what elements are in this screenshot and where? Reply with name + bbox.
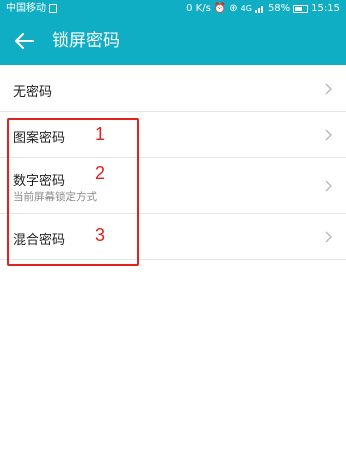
annotation-number: 1 [95, 124, 106, 144]
battery-percent: 58% [267, 3, 291, 14]
signal-label: 4G [240, 4, 252, 13]
signal-icon [254, 6, 263, 13]
battery-icon [293, 4, 309, 13]
status-left: 中国移动 [6, 0, 57, 17]
sim-icon [49, 4, 57, 13]
back-arrow-icon [15, 33, 34, 49]
annotation-number: 3 [95, 225, 106, 245]
back-button[interactable] [10, 27, 38, 55]
chevron-right-icon [325, 180, 332, 192]
chevron-right-icon [325, 231, 332, 243]
status-bar: 中国移动 0 K/s ⏰ ⊕ 4G 58% 15:15 [0, 0, 346, 17]
page-title: 锁屏密码 [52, 31, 120, 51]
status-right: 0 K/s ⏰ ⊕ 4G 58% 15:15 [186, 0, 340, 17]
annotation-number: 2 [95, 163, 106, 183]
annotation-box [7, 118, 139, 266]
network-speed: 0 K/s [186, 3, 211, 14]
chevron-right-icon [325, 129, 332, 141]
alarm-icon: ⏰ [213, 3, 227, 14]
option-label: 无密码 [13, 85, 53, 100]
clock: 15:15 [311, 3, 340, 14]
chevron-right-icon [325, 83, 332, 95]
carrier-label: 中国移动 [6, 3, 46, 14]
app-bar: 锁屏密码 [0, 17, 346, 65]
option-no-password[interactable]: 无密码 [0, 65, 346, 112]
vibrate-icon: ⊕ [229, 3, 238, 14]
